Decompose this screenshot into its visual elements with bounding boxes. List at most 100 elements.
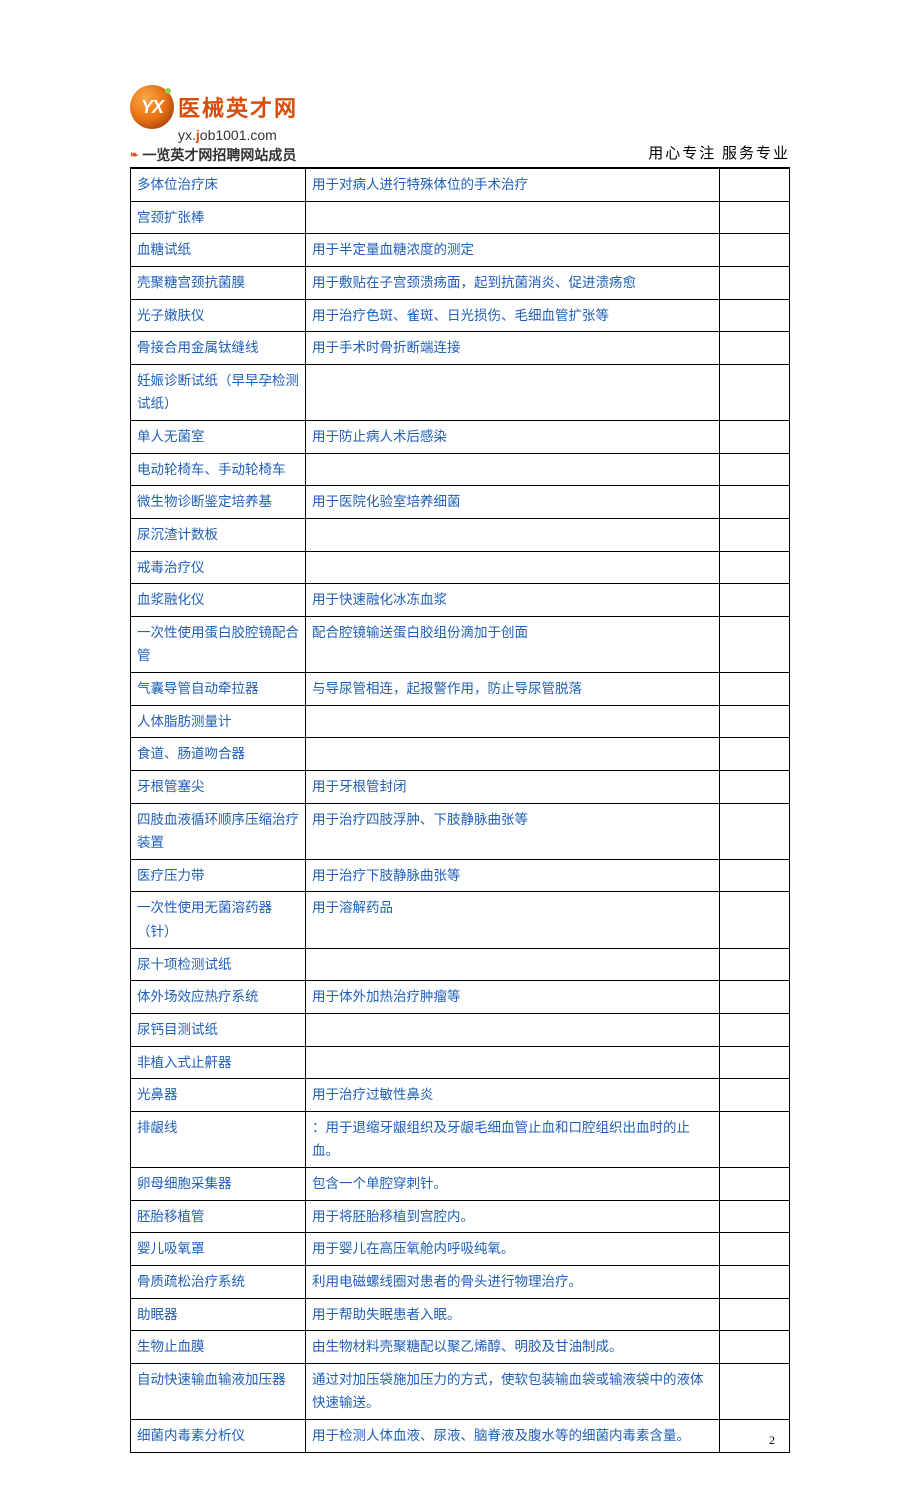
device-desc-cell: ：用于退缩牙龈组织及牙龈毛细血管止血和口腔组织出血时的止血。 xyxy=(306,1111,720,1167)
device-name-cell: 体外场效应热疗系统 xyxy=(131,981,306,1014)
table-row: 血糖试纸用于半定量血糖浓度的测定 xyxy=(131,234,790,267)
table-row: 骨接合用金属钛缝线用于手术时骨折断端连接 xyxy=(131,332,790,365)
table-row: 光鼻器用于治疗过敏性鼻炎 xyxy=(131,1079,790,1112)
device-name-cell: 助眠器 xyxy=(131,1298,306,1331)
table-row: 气囊导管自动牵拉器与导尿管相连，起报警作用，防止导尿管脱落 xyxy=(131,673,790,706)
device-extra-cell xyxy=(720,1046,790,1079)
device-extra-cell xyxy=(720,1079,790,1112)
device-desc-cell xyxy=(306,201,720,234)
device-desc-cell: 配合腔镜输送蛋白胶组份滴加于创面 xyxy=(306,616,720,672)
device-desc-cell: 由生物材料壳聚糖配以聚乙烯醇、明胶及甘油制成。 xyxy=(306,1331,720,1364)
device-name-cell: 多体位治疗床 xyxy=(131,169,306,202)
device-desc-cell: 用于治疗色斑、雀斑、日光损伤、毛细血管扩张等 xyxy=(306,299,720,332)
device-extra-cell xyxy=(720,948,790,981)
device-name-cell: 自动快速输血输液加压器 xyxy=(131,1363,306,1419)
document-page: 医械英才网 yx.job1001.com ❧ 一览英才网招聘网站成员 用心专注 … xyxy=(0,0,920,1493)
table-row: 单人无菌室用于防止病人术后感染 xyxy=(131,421,790,454)
table-row: 一次性使用无菌溶药器（针）用于溶解药品 xyxy=(131,892,790,948)
device-desc-cell: 用于将胚胎移植到宫腔内。 xyxy=(306,1200,720,1233)
device-name-cell: 人体脂肪测量计 xyxy=(131,705,306,738)
device-extra-cell xyxy=(720,892,790,948)
table-body: 多体位治疗床用于对病人进行特殊体位的手术治疗宫颈扩张棒血糖试纸用于半定量血糖浓度… xyxy=(131,169,790,1453)
logo-url: yx.job1001.com xyxy=(178,127,298,143)
device-name-cell: 宫颈扩张棒 xyxy=(131,201,306,234)
table-row: 宫颈扩张棒 xyxy=(131,201,790,234)
device-desc-cell: 用于快速融化冰冻血浆 xyxy=(306,584,720,617)
device-extra-cell xyxy=(720,1265,790,1298)
table-row: 排龈线：用于退缩牙龈组织及牙龈毛细血管止血和口腔组织出血时的止血。 xyxy=(131,1111,790,1167)
logo-row: 医械英才网 xyxy=(130,85,298,129)
device-extra-cell xyxy=(720,705,790,738)
leaf-icon: ❧ xyxy=(130,150,138,161)
table-row: 血浆融化仪用于快速融化冰冻血浆 xyxy=(131,584,790,617)
page-header: 医械英才网 yx.job1001.com ❧ 一览英才网招聘网站成员 用心专注 … xyxy=(130,85,790,168)
device-desc-cell xyxy=(306,453,720,486)
device-extra-cell xyxy=(720,201,790,234)
table-row: 牙根管塞尖用于牙根管封闭 xyxy=(131,770,790,803)
device-extra-cell xyxy=(720,551,790,584)
device-name-cell: 光子嫩肤仪 xyxy=(131,299,306,332)
logo-text: 医械英才网 xyxy=(178,91,298,123)
device-name-cell: 戒毒治疗仪 xyxy=(131,551,306,584)
device-desc-cell: 用于防止病人术后感染 xyxy=(306,421,720,454)
table-row: 尿十项检测试纸 xyxy=(131,948,790,981)
device-desc-cell: 用于敷贴在子宫颈溃疡面，起到抗菌消炎、促进溃疡愈 xyxy=(306,266,720,299)
device-desc-cell: 用于半定量血糖浓度的测定 xyxy=(306,234,720,267)
device-desc-cell: 用于治疗四肢浮肿、下肢静脉曲张等 xyxy=(306,803,720,859)
logo-subtext-row: ❧ 一览英才网招聘网站成员 xyxy=(130,145,298,165)
url-suffix: .com xyxy=(247,127,277,143)
device-extra-cell xyxy=(720,1298,790,1331)
device-desc-cell: 用于医院化验室培养细菌 xyxy=(306,486,720,519)
device-extra-cell xyxy=(720,421,790,454)
table-row: 光子嫩肤仪用于治疗色斑、雀斑、日光损伤、毛细血管扩张等 xyxy=(131,299,790,332)
device-extra-cell xyxy=(720,486,790,519)
table-row: 胚胎移植管用于将胚胎移植到宫腔内。 xyxy=(131,1200,790,1233)
device-extra-cell xyxy=(720,1168,790,1201)
device-extra-cell xyxy=(720,803,790,859)
device-name-cell: 尿沉渣计数板 xyxy=(131,518,306,551)
table-row: 助眠器用于帮助失眠患者入眠。 xyxy=(131,1298,790,1331)
device-name-cell: 一次性使用蛋白胶腔镜配合管 xyxy=(131,616,306,672)
table-row: 自动快速输血输液加压器通过对加压袋施加压力的方式，使软包装输血袋或输液袋中的液体… xyxy=(131,1363,790,1419)
table-row: 体外场效应热疗系统用于体外加热治疗肿瘤等 xyxy=(131,981,790,1014)
table-row: 卵母细胞采集器包含一个单腔穿刺针。 xyxy=(131,1168,790,1201)
table-row: 电动轮椅车、手动轮椅车 xyxy=(131,453,790,486)
device-extra-cell xyxy=(720,364,790,420)
device-desc-cell xyxy=(306,948,720,981)
device-name-cell: 胚胎移植管 xyxy=(131,1200,306,1233)
url-rest: ob1001 xyxy=(200,127,247,143)
device-name-cell: 电动轮椅车、手动轮椅车 xyxy=(131,453,306,486)
device-extra-cell xyxy=(720,299,790,332)
device-extra-cell xyxy=(720,1420,790,1453)
device-desc-cell xyxy=(306,1013,720,1046)
device-desc-cell: 与导尿管相连，起报警作用，防止导尿管脱落 xyxy=(306,673,720,706)
device-extra-cell xyxy=(720,1233,790,1266)
device-name-cell: 医疗压力带 xyxy=(131,859,306,892)
page-number: 2 xyxy=(769,1433,775,1448)
device-name-cell: 牙根管塞尖 xyxy=(131,770,306,803)
table-row: 婴儿吸氧罩用于婴儿在高压氧舱内呼吸纯氧。 xyxy=(131,1233,790,1266)
device-desc-cell: 用于婴儿在高压氧舱内呼吸纯氧。 xyxy=(306,1233,720,1266)
device-desc-cell: 用于治疗下肢静脉曲张等 xyxy=(306,859,720,892)
device-extra-cell xyxy=(720,673,790,706)
device-name-cell: 骨质疏松治疗系统 xyxy=(131,1265,306,1298)
tagline: 用心专注 服务专业 xyxy=(648,142,790,163)
device-extra-cell xyxy=(720,1363,790,1419)
device-name-cell: 气囊导管自动牵拉器 xyxy=(131,673,306,706)
device-desc-cell: 利用电磁螺线圈对患者的骨头进行物理治疗。 xyxy=(306,1265,720,1298)
device-extra-cell xyxy=(720,1013,790,1046)
table-row: 医疗压力带用于治疗下肢静脉曲张等 xyxy=(131,859,790,892)
table-row: 一次性使用蛋白胶腔镜配合管配合腔镜输送蛋白胶组份滴加于创面 xyxy=(131,616,790,672)
device-extra-cell xyxy=(720,584,790,617)
table-row: 多体位治疗床用于对病人进行特殊体位的手术治疗 xyxy=(131,169,790,202)
device-name-cell: 生物止血膜 xyxy=(131,1331,306,1364)
device-desc-cell xyxy=(306,364,720,420)
device-name-cell: 骨接合用金属钛缝线 xyxy=(131,332,306,365)
table-row: 壳聚糖宫颈抗菌膜用于敷贴在子宫颈溃疡面，起到抗菌消炎、促进溃疡愈 xyxy=(131,266,790,299)
device-name-cell: 排龈线 xyxy=(131,1111,306,1167)
device-desc-cell: 用于牙根管封闭 xyxy=(306,770,720,803)
device-name-cell: 尿十项检测试纸 xyxy=(131,948,306,981)
device-name-cell: 四肢血液循环顺序压缩治疗装置 xyxy=(131,803,306,859)
device-name-cell: 细菌内毒素分析仪 xyxy=(131,1420,306,1453)
device-extra-cell xyxy=(720,234,790,267)
